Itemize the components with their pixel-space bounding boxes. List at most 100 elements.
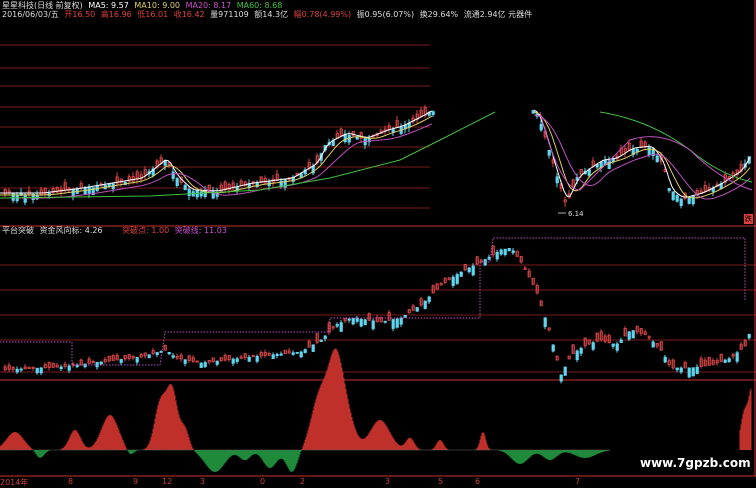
indicator-body <box>559 374 563 382</box>
fund-label: 资金风向标: 4.26 <box>39 226 103 235</box>
indicator-body <box>415 307 419 312</box>
indicator-body <box>167 351 171 355</box>
candle-body <box>107 183 111 187</box>
indicator-body <box>687 367 691 378</box>
indicator-body <box>311 344 315 352</box>
indicator-body <box>651 341 655 348</box>
indicator-body <box>735 352 739 362</box>
indicator-body <box>255 355 259 362</box>
candle-body <box>183 184 187 191</box>
ma60-line <box>0 111 496 199</box>
indicator-body <box>355 318 359 322</box>
indicator-body <box>727 358 731 363</box>
indicator-panel <box>0 237 751 384</box>
indicator-body <box>675 367 679 371</box>
indicator-body <box>67 365 71 371</box>
indicator-body <box>15 368 19 373</box>
indicator-body <box>543 317 547 328</box>
candle-body <box>71 189 75 197</box>
x-axis-label: 3 <box>200 477 206 486</box>
indicator-body <box>215 360 219 365</box>
indicator-body <box>271 354 275 359</box>
indicator-body <box>619 339 623 343</box>
candle-body <box>539 123 543 131</box>
indicator-body <box>455 274 459 284</box>
indicator-body <box>19 368 23 371</box>
indicator-body <box>247 356 251 362</box>
candle-body <box>175 178 179 186</box>
candle-body <box>687 197 691 204</box>
watermark: www.7gpzb.com <box>640 456 751 470</box>
indicator-body <box>495 251 499 260</box>
indicator-body <box>663 356 667 363</box>
candle-body <box>679 198 683 207</box>
low-price-label: 6.14 <box>568 210 584 218</box>
x-axis-label: 6 <box>475 477 481 486</box>
indicator-body <box>231 358 235 364</box>
indicator-body <box>459 271 463 277</box>
indicator-body <box>575 350 579 361</box>
indicator-body <box>747 333 751 339</box>
indicator-body <box>507 247 511 252</box>
indicator-body <box>611 343 615 347</box>
indicator-body <box>135 357 139 363</box>
indicator-body <box>391 319 395 329</box>
indicator-body <box>363 319 367 326</box>
indicator-body <box>199 362 203 368</box>
indicator-body <box>503 248 507 255</box>
x-axis-label: 12 <box>162 477 173 486</box>
indicator-body <box>323 335 327 339</box>
indicator-body <box>403 314 407 318</box>
grid-lines <box>0 0 756 477</box>
indicator-body <box>723 359 727 363</box>
indicator-body <box>319 339 323 342</box>
indicator-body <box>235 358 239 362</box>
indicator-body <box>679 367 683 373</box>
indicator-body <box>511 250 515 254</box>
indicator-body <box>423 300 427 309</box>
indicator-body <box>335 324 339 327</box>
indicator-body <box>171 355 175 358</box>
indicator-body <box>147 354 151 359</box>
indicator-body <box>39 367 43 374</box>
indicator-body <box>427 296 431 302</box>
x-axis-label: 0 <box>260 477 266 486</box>
indicator-body <box>279 353 283 356</box>
x-axis-label: 8 <box>68 477 74 486</box>
candle-body <box>547 149 551 156</box>
indicator-body <box>471 265 475 276</box>
indicator-title: 平台突破 <box>2 226 34 235</box>
candle-body <box>431 111 435 115</box>
x-axis-label: 7 <box>575 477 581 486</box>
breakout-line <box>0 237 746 366</box>
indicator-body <box>295 351 299 354</box>
price-panel <box>0 105 753 214</box>
candle-body <box>667 188 671 191</box>
candle-body <box>655 155 659 163</box>
indicator-body <box>183 359 187 364</box>
indicator-body <box>299 351 303 358</box>
indicator-body <box>551 344 555 352</box>
x-axis-label: 5 <box>438 477 444 486</box>
indicator-body <box>451 276 455 286</box>
indicator-body <box>99 361 103 365</box>
candle-body <box>671 191 675 200</box>
indicator-body <box>59 366 63 370</box>
fund-flow-panel <box>0 348 752 472</box>
indicator-body <box>399 317 403 325</box>
x-axis-label: 2 <box>300 477 306 486</box>
indicator-body <box>275 353 279 357</box>
ma20-line <box>539 111 753 191</box>
indicator-header: 平台突破 资金风向标: 4.26 突破点: 1.00 突破线: 11.03 <box>2 226 230 236</box>
indicator-body <box>383 320 387 323</box>
chart-canvas[interactable] <box>0 0 756 487</box>
candle-body <box>691 195 695 205</box>
indicator-body <box>291 352 295 355</box>
indicator-body <box>359 318 363 327</box>
indicator-body <box>339 322 343 332</box>
breakout-line-label: 突破线: 11.03 <box>174 226 227 235</box>
indicator-body <box>579 347 583 354</box>
indicator-body <box>627 331 631 340</box>
indicator-body <box>695 366 699 374</box>
right-marker: 跌 <box>744 214 753 224</box>
